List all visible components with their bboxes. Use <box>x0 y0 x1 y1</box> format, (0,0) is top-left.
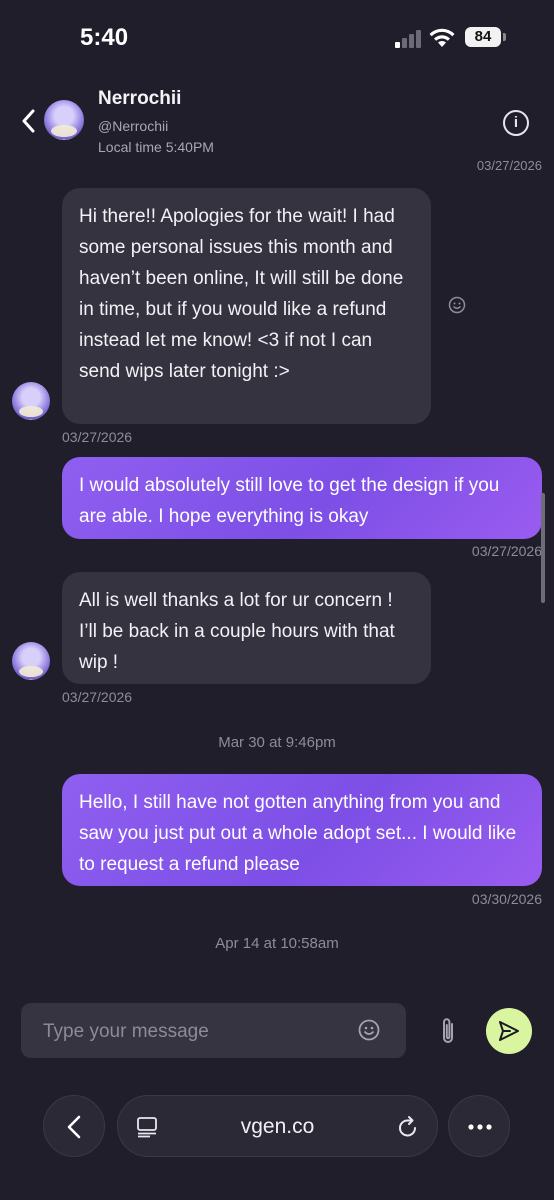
message-date: 03/27/2026 <box>62 429 133 445</box>
chevron-left-icon <box>67 1115 81 1139</box>
message-outgoing[interactable]: Hello, I still have not gotten anything … <box>62 774 542 886</box>
message-date: 03/27/2026 <box>476 160 542 173</box>
message-incoming[interactable]: All is well thanks a lot for ur concern … <box>62 572 431 684</box>
browser-back-button[interactable] <box>43 1095 105 1157</box>
message-list[interactable]: 03/27/2026 Hi there!! Apologies for the … <box>0 160 554 980</box>
scrollbar[interactable] <box>541 493 545 603</box>
message-input[interactable] <box>41 1003 355 1060</box>
chat-header: Nerrochii @Nerrochii Local time 5:40PM i <box>0 76 554 168</box>
message-date: 03/30/2026 <box>471 891 542 907</box>
battery-icon: 84 <box>465 27 501 47</box>
contact-local-time: Local time 5:40PM <box>98 139 214 155</box>
date-divider: Apr 14 at 10:58am <box>215 935 339 952</box>
status-time: 5:40 <box>80 24 129 51</box>
message-outgoing[interactable]: I would absolutely still love to get the… <box>62 457 542 539</box>
message-composer <box>21 1003 406 1060</box>
signal-icon <box>395 30 423 48</box>
message-incoming[interactable]: Hi there!! Apologies for the wait! I had… <box>62 188 431 424</box>
back-chevron-icon[interactable] <box>18 106 40 136</box>
info-icon[interactable]: i <box>503 110 529 136</box>
avatar[interactable] <box>12 382 50 420</box>
wifi-icon <box>429 28 455 47</box>
attach-paperclip-icon[interactable] <box>437 1015 459 1047</box>
contact-name[interactable]: Nerrochii <box>98 88 181 110</box>
reload-icon[interactable] <box>397 1115 419 1139</box>
contact-handle: @Nerrochii <box>98 118 169 134</box>
battery-tip <box>503 33 506 41</box>
react-emoji-icon[interactable] <box>448 296 466 314</box>
emoji-icon[interactable] <box>358 1019 380 1041</box>
send-icon <box>499 1021 519 1041</box>
avatar[interactable] <box>44 100 84 140</box>
more-dots-icon <box>468 1124 492 1130</box>
address-bar[interactable]: vgen.co <box>117 1095 438 1157</box>
send-button[interactable] <box>486 1008 532 1054</box>
message-date: 03/27/2026 <box>62 689 133 705</box>
status-bar: 5:40 84 <box>0 0 554 76</box>
url-text: vgen.co <box>240 1115 315 1138</box>
date-divider: Mar 30 at 9:46pm <box>218 734 336 751</box>
browser-more-button[interactable] <box>448 1095 510 1157</box>
message-date: 03/27/2026 <box>471 543 542 559</box>
avatar[interactable] <box>12 642 50 680</box>
